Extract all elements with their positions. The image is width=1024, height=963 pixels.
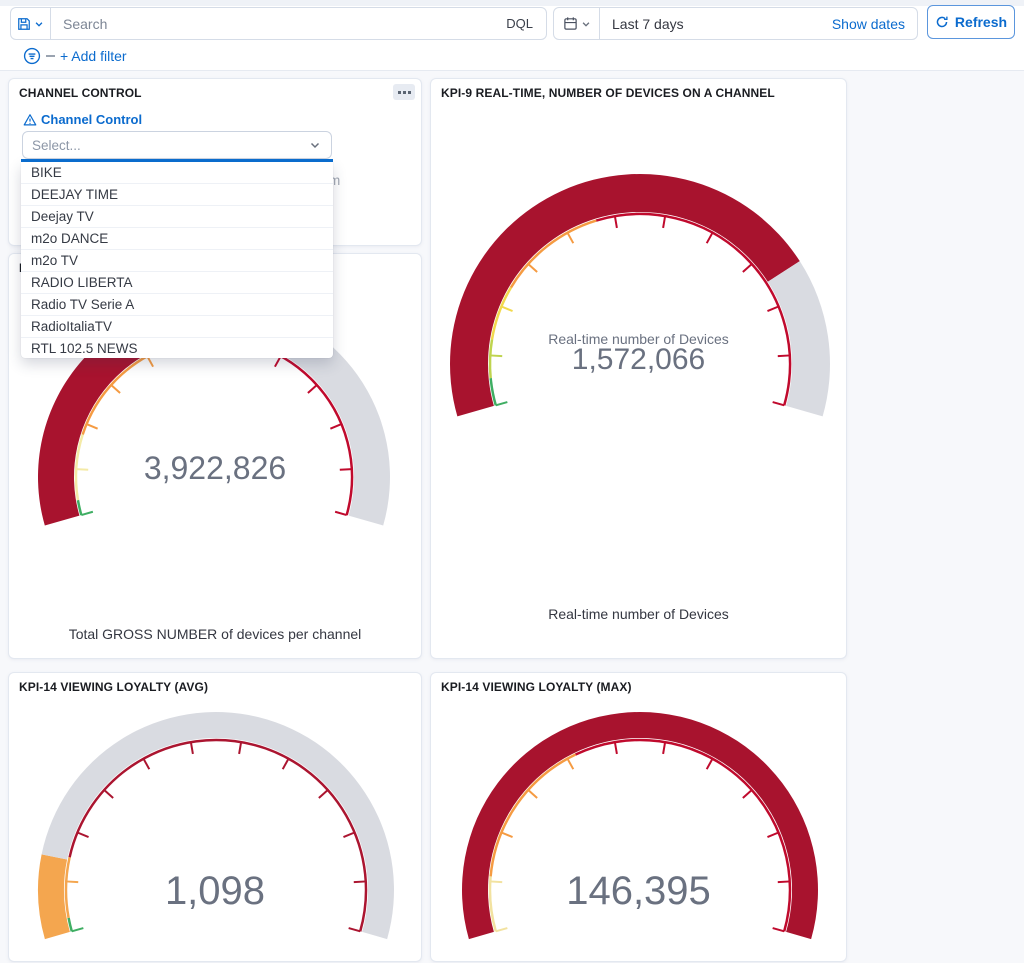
query-bar: DQL [10,7,547,40]
gauge-value: 1,572,066 [431,343,846,377]
dropdown-option[interactable]: RADIO LIBERTA [21,272,333,294]
alert-triangle-icon [23,113,37,127]
select-placeholder: Select... [23,138,81,153]
channel-control-label: Channel Control [41,112,142,127]
filter-dash [46,55,55,57]
refresh-button[interactable]: Refresh [927,5,1015,39]
gauge-kpi14-avg [9,673,423,963]
panel-options-button[interactable] [393,84,415,100]
select-focus-bar [21,159,333,162]
date-range-label[interactable]: Last 7 days [600,16,684,32]
channel-select[interactable]: Select... [22,131,332,159]
channel-dropdown-list: BIKEDEEJAY TIMEDeejay TVm2o DANCEm2o TVR… [21,162,333,358]
calendar-icon [563,16,578,31]
panel-channel-control: CHANNEL CONTROL m Channel Control Select… [8,78,422,246]
panel-kpi14-avg: KPI-14 VIEWING LOYALTY (AVG) 1,098 [8,672,422,962]
gauge-kpi14-max [431,673,848,963]
top-strip [0,0,1024,6]
saved-query-menu-button[interactable] [11,8,51,39]
dropdown-option[interactable]: m2o DANCE [21,228,333,250]
dropdown-option[interactable]: DEEJAY TIME [21,184,333,206]
filter-circle-icon [23,47,41,65]
dropdown-option[interactable]: RadioItaliaTV [21,316,333,338]
gauge-caption: Real-time number of Devices [431,606,846,622]
panel-title: CHANNEL CONTROL [19,86,142,100]
kibana-query-header: DQL Last 7 days Show dates Refresh [0,0,1024,71]
channel-control-link[interactable]: Channel Control [23,112,142,127]
gauge-value: 146,395 [431,869,846,914]
dropdown-option[interactable]: Deejay TV [21,206,333,228]
filter-options-button[interactable] [23,47,41,65]
search-input[interactable] [51,16,493,32]
gauge-value: 1,098 [9,869,421,914]
date-picker-bar: Last 7 days Show dates [553,7,918,40]
chevron-down-icon [581,19,591,29]
chevron-down-icon [34,19,44,29]
dql-button[interactable]: DQL [493,8,546,39]
panel-kpi14-max: KPI-14 VIEWING LOYALTY (MAX) 146,395 [430,672,847,962]
dropdown-option[interactable]: RTL 102.5 NEWS [21,338,333,358]
gauge-value: 3,922,826 [9,450,421,487]
save-icon [17,17,31,31]
refresh-icon [935,15,949,29]
dropdown-option[interactable]: Radio TV Serie A [21,294,333,316]
dropdown-option[interactable]: BIKE [21,162,333,184]
dropdown-option[interactable]: m2o TV [21,250,333,272]
show-dates-link[interactable]: Show dates [832,16,917,32]
add-filter-link[interactable]: + Add filter [60,48,127,64]
chevron-down-icon [309,139,331,151]
panel-kpi9: KPI-9 REAL-TIME, NUMBER OF DEVICES ON A … [430,78,847,659]
refresh-button-label: Refresh [955,14,1007,30]
gauge-caption: Total GROSS NUMBER of devices per channe… [9,626,421,642]
calendar-menu-button[interactable] [554,8,600,39]
